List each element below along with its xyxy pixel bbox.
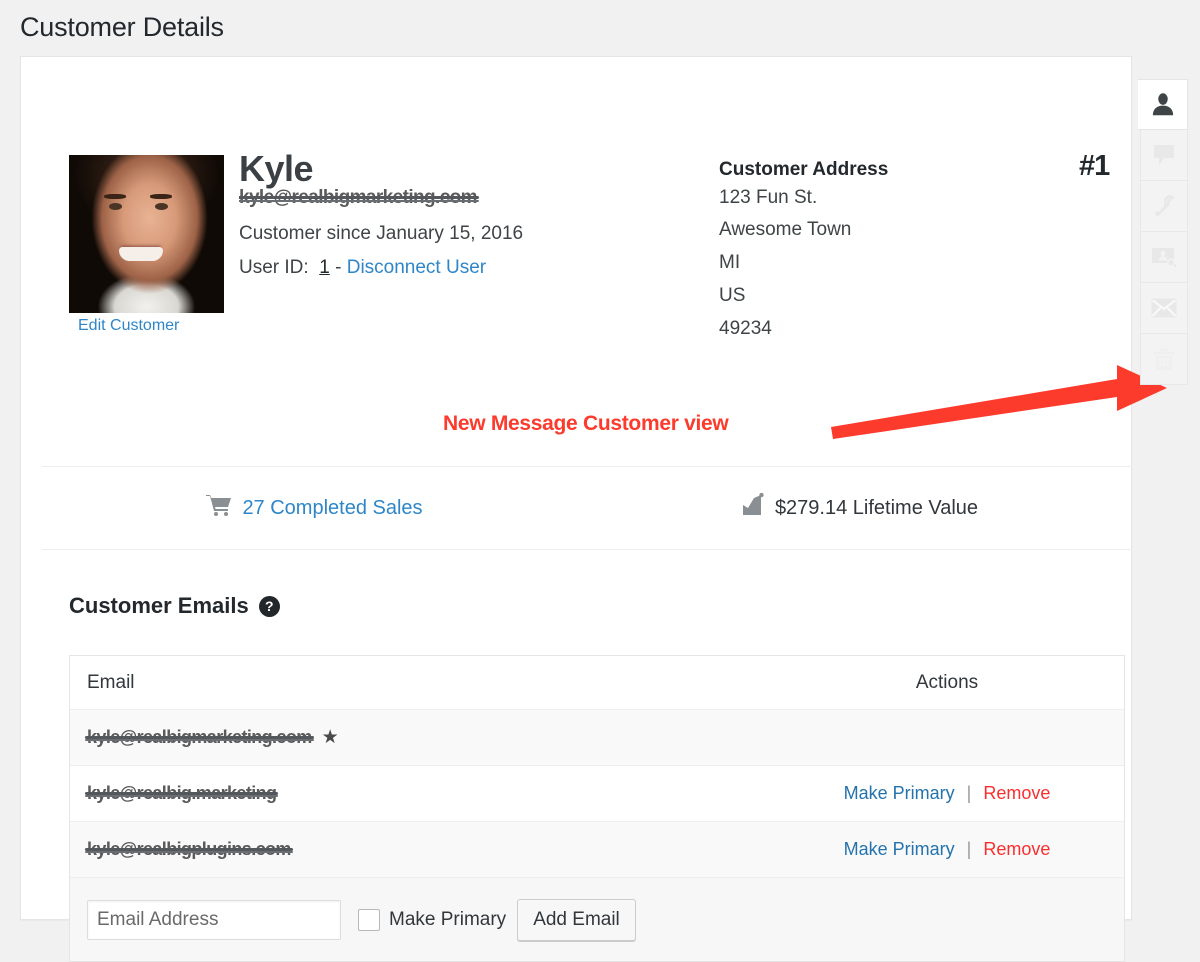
address-line-city: Awesome Town [719,213,888,246]
tab-customer-notes[interactable] [1140,130,1188,181]
tab-customer-profile[interactable] [1138,79,1188,130]
tab-message-customer[interactable] [1140,283,1188,334]
table-row: kyle@realbigmarketing.com ★ [70,710,1124,766]
address-line-zip: 49234 [719,312,888,345]
action-separator: | [967,783,972,803]
remove-link[interactable]: Remove [983,839,1050,859]
tab-delete-customer[interactable] [1140,334,1188,385]
annotation-label: New Message Customer view [443,412,728,436]
customer-identity: Kyle kyle@realbigmarketing.com Customer … [239,149,679,281]
avatar-detail [119,247,163,261]
customer-number-badge: #1 [1079,150,1109,183]
customer-tab-strip [1140,79,1188,385]
trash-icon [1153,347,1175,371]
column-header-email: Email [70,672,770,694]
user-id-line: User ID: 1 - Disconnect User [239,255,679,281]
customer-email-redacted: kyle@realbigmarketing.com [239,187,679,213]
customer-address-title: Customer Address [719,157,888,183]
address-line-street: 123 Fun St. [719,183,888,213]
edit-customer-link[interactable]: Edit Customer [78,317,179,335]
column-header-actions: Actions [770,672,1124,694]
make-primary-link[interactable]: Make Primary [844,839,955,859]
make-primary-link[interactable]: Make Primary [844,783,955,803]
email-cell: kyle@realbig.marketing [70,783,770,804]
table-row: kyle@realbig.marketing Make Primary | Re… [70,766,1124,822]
stat-lifetime-value: $279.14 Lifetime Value [587,467,1132,549]
email-cell: kyle@realbigmarketing.com ★ [70,726,770,749]
completed-sales-label[interactable]: 27 Completed Sales [242,497,422,520]
actions-cell: Make Primary | Remove [770,839,1124,860]
page-title: Customer Details [20,10,224,44]
customer-name: Kyle [239,149,679,189]
actions-cell: Make Primary | Remove [770,783,1124,804]
stat-completed-sales[interactable]: 27 Completed Sales [42,467,587,549]
cart-icon [206,493,232,523]
redacted-email-text: kyle@realbigplugins.com [87,839,291,860]
tab-customer-tools[interactable] [1140,181,1188,232]
avatar-detail [109,203,122,210]
add-email-button[interactable]: Add Email [517,899,636,941]
table-header-row: Email Actions [70,656,1124,710]
chart-icon [741,493,765,523]
make-primary-label: Make Primary [389,909,506,931]
envelope-icon [1151,298,1177,318]
avatar-detail [155,203,168,210]
user-card-icon [1151,245,1177,269]
person-icon [1150,92,1176,118]
remove-link[interactable]: Remove [983,783,1050,803]
primary-star-icon: ★ [322,726,339,749]
customer-address-block: Customer Address 123 Fun St. Awesome Tow… [719,157,888,345]
redacted-email-text: kyle@realbigmarketing.com [87,727,312,748]
customer-stats-row: 27 Completed Sales $279.14 Lifetime Valu… [42,466,1132,550]
help-icon[interactable]: ? [259,596,280,617]
avatar [69,155,224,313]
wrench-icon [1152,194,1176,218]
avatar-detail [104,194,126,199]
user-id-link[interactable]: 1 [319,257,330,278]
speech-bubble-icon [1152,143,1176,167]
customer-emails-heading: Customer Emails ? [69,593,280,619]
customer-since: Customer since January 15, 2016 [239,221,679,247]
avatar-detail [150,194,172,199]
address-line-country: US [719,279,888,312]
address-line-state: MI [719,246,888,279]
customer-emails-title: Customer Emails [69,593,249,619]
lifetime-value-label: $279.14 Lifetime Value [775,497,978,520]
make-primary-checkbox[interactable] [358,909,380,931]
annotation-arrow-icon [829,357,1169,447]
email-cell: kyle@realbigplugins.com [70,839,770,860]
avatar-photo [69,155,224,313]
table-row: kyle@realbigplugins.com Make Primary | R… [70,822,1124,878]
action-separator: | [967,839,972,859]
add-email-form-row: Make Primary Add Email [70,878,1124,962]
customer-details-card: Edit Customer Kyle kyle@realbigmarketing… [20,56,1132,920]
customer-emails-table: Email Actions kyle@realbigmarketing.com … [69,655,1125,962]
disconnect-user-link[interactable]: Disconnect User [347,257,486,278]
redacted-email-text: kyle@realbigmarketing.com [239,187,477,209]
user-id-label: User ID: [239,257,309,278]
user-id-separator: - [335,257,341,278]
redacted-email-text: kyle@realbig.marketing [87,783,276,804]
tab-customer-user[interactable] [1140,232,1188,283]
